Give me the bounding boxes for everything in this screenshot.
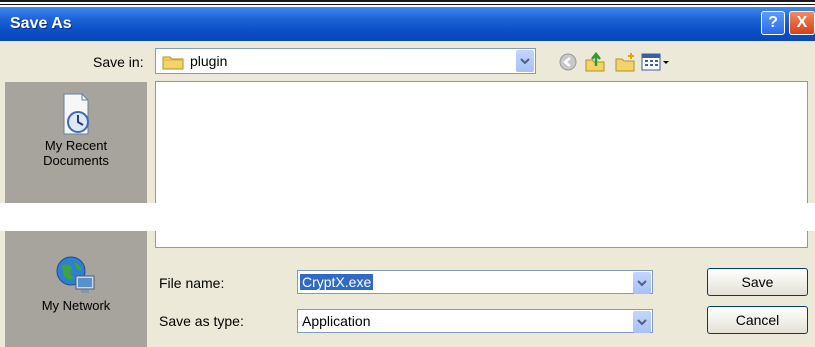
chevron-down-icon[interactable] xyxy=(516,50,534,72)
savetype-label: Save as type: xyxy=(159,313,244,329)
folder-icon xyxy=(162,54,184,75)
recent-documents-icon xyxy=(56,92,96,138)
title-bar[interactable]: Save As ? X xyxy=(0,7,815,41)
chevron-down-icon[interactable] xyxy=(633,272,651,294)
savetype-value: Application xyxy=(302,313,371,329)
frame-top-line xyxy=(0,0,815,2)
cancel-button[interactable]: Cancel xyxy=(707,306,808,334)
white-band xyxy=(0,203,815,231)
save-button[interactable]: Save xyxy=(707,268,808,296)
filename-input[interactable]: CryptX.exe xyxy=(297,270,653,294)
filename-value: CryptX.exe xyxy=(300,274,374,290)
save-in-label: Save in: xyxy=(93,54,144,70)
save-in-value: plugin xyxy=(190,53,228,69)
up-folder-icon[interactable] xyxy=(584,51,606,77)
filename-label: File name: xyxy=(159,275,225,291)
view-menu-icon[interactable] xyxy=(641,52,671,77)
places-item-recent-documents[interactable]: My Recent Documents xyxy=(5,92,147,168)
my-network-label: My Network xyxy=(41,298,111,313)
chevron-down-icon[interactable] xyxy=(633,311,651,333)
recent-documents-label: My Recent xyxy=(44,138,108,153)
save-in-combo[interactable]: plugin xyxy=(155,48,536,74)
places-item-my-network[interactable]: My Network xyxy=(5,254,147,313)
back-icon[interactable] xyxy=(558,52,578,77)
close-button[interactable]: X xyxy=(789,11,815,35)
window-title: Save As xyxy=(10,15,72,32)
frame-top-line-2 xyxy=(0,4,815,5)
help-button[interactable]: ? xyxy=(761,11,785,35)
network-globe-icon xyxy=(54,254,98,298)
recent-documents-label-2: Documents xyxy=(43,153,109,168)
savetype-select[interactable]: Application xyxy=(297,309,653,333)
new-folder-icon[interactable] xyxy=(614,52,636,77)
